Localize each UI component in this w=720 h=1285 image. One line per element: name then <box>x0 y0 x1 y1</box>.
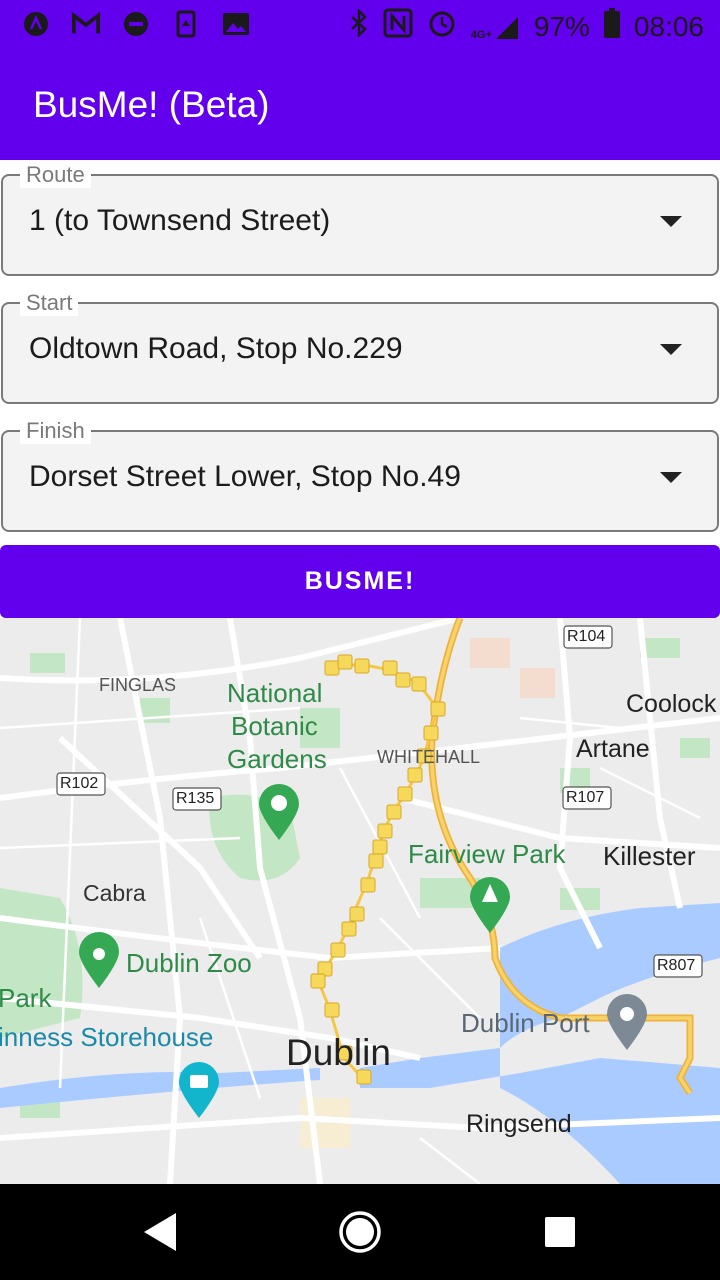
route-value[interactable]: 1 (to Townsend Street) <box>29 204 330 238</box>
place-label-botanic-3: Gardens <box>227 744 327 774</box>
back-button[interactable] <box>144 1213 176 1251</box>
place-label-coolock: Coolock <box>626 690 717 718</box>
road-label-r102: R102 <box>60 775 99 792</box>
place-label-fairview: Fairview Park <box>408 839 566 869</box>
nfc-icon <box>383 8 413 45</box>
route-label: Route <box>20 162 91 188</box>
place-label-dublin: Dublin <box>286 1032 391 1073</box>
do-not-disturb-icon <box>122 10 150 38</box>
place-label-guinness: inness Storehouse <box>0 1022 214 1052</box>
place-label-cabra: Cabra <box>83 880 146 906</box>
busme-button[interactable]: BUSME! <box>0 545 720 618</box>
finish-value[interactable]: Dorset Street Lower, Stop No.49 <box>29 460 461 494</box>
signal-icon: 4G+ <box>471 13 520 41</box>
route-dropdown[interactable]: Route 1 (to Townsend Street) <box>0 162 720 278</box>
place-label-dublin-port: Dublin Port <box>461 1008 590 1038</box>
start-dropdown[interactable]: Start Oldtown Road, Stop No.229 <box>0 290 720 406</box>
battery-icon <box>603 8 620 45</box>
alarm-icon <box>427 8 457 45</box>
place-label-botanic-1: National <box>227 678 323 708</box>
status-bar: 4G+ 97% 08:06 <box>0 0 720 50</box>
place-label-dublin-zoo: Dublin Zoo <box>126 948 252 978</box>
road-label-r107: R107 <box>566 789 605 806</box>
dropdown-arrow-icon[interactable] <box>660 216 682 227</box>
road-label-r807: R807 <box>657 957 696 974</box>
map-view[interactable]: FINGLAS National Botanic Gardens WHITEHA… <box>0 618 720 1184</box>
place-label-whitehall: WHITEHALL <box>377 747 481 767</box>
start-value[interactable]: Oldtown Road, Stop No.229 <box>29 332 403 366</box>
dropdown-arrow-icon[interactable] <box>660 472 682 483</box>
place-label-park: Park <box>0 983 52 1013</box>
system-nav-bar <box>0 1184 720 1280</box>
place-label-botanic-2: Botanic <box>231 711 318 741</box>
road-label-r135: R135 <box>176 790 215 807</box>
network-type: 4G+ <box>470 28 492 41</box>
status-right: 4G+ 97% 08:06 <box>349 7 704 45</box>
home-button[interactable] <box>339 1211 381 1253</box>
dropdown-arrow-icon[interactable] <box>660 344 682 355</box>
back-icon <box>144 1213 176 1251</box>
image-icon <box>222 10 250 38</box>
notification-icons <box>22 10 250 38</box>
place-label-finglas: FINGLAS <box>99 675 177 695</box>
place-label-artane: Artane <box>576 735 650 763</box>
app-bar: BusMe! (Beta) <box>0 50 720 160</box>
place-label-killester: Killester <box>603 841 696 871</box>
battery-percent: 97% <box>533 10 590 42</box>
finish-label: Finish <box>20 418 91 444</box>
gmail-icon <box>72 10 100 38</box>
sim-icon <box>172 10 200 38</box>
finish-dropdown[interactable]: Finish Dorset Street Lower, Stop No.49 <box>0 418 720 534</box>
road-label-r104: R104 <box>567 628 606 645</box>
bluetooth-icon <box>349 7 369 44</box>
start-label: Start <box>20 290 79 316</box>
place-label-ringsend: Ringsend <box>466 1110 572 1138</box>
app-notification-icon <box>22 10 50 38</box>
recents-icon <box>545 1217 575 1247</box>
recents-button[interactable] <box>545 1217 575 1247</box>
app-title: BusMe! (Beta) <box>33 84 270 125</box>
clock: 08:06 <box>633 10 704 42</box>
